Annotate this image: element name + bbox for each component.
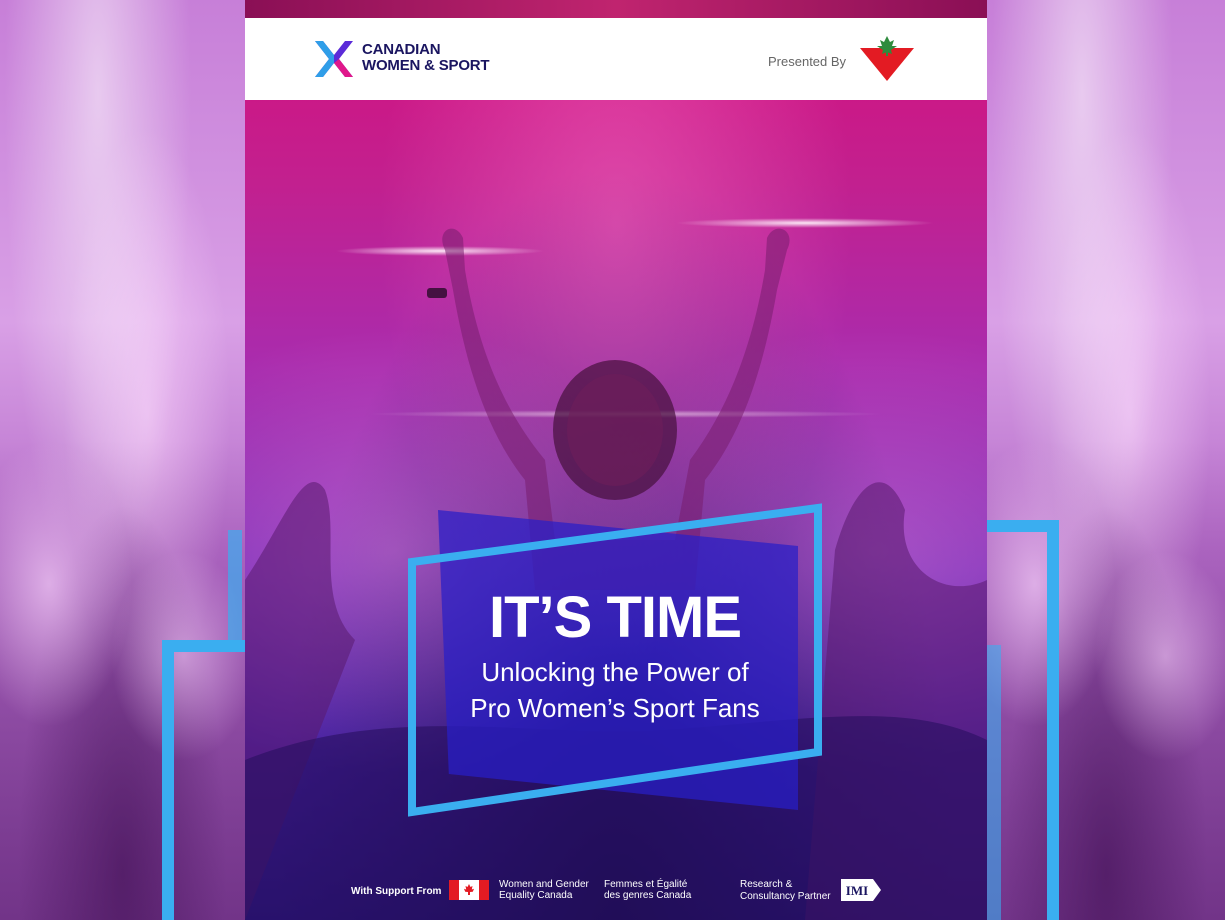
research-line1: Research & [740, 879, 793, 890]
cover-footer: With Support From Women and Gender Equal… [245, 868, 987, 920]
wage-canada-label: Women and Gender Equality Canada [499, 879, 589, 901]
canada-flag-icon [449, 880, 489, 900]
fegc-canada-label: Femmes et Égalité des genres Canada [604, 879, 691, 901]
imi-logo-icon: IMI [841, 879, 881, 901]
accent-stripe-right [1047, 520, 1059, 920]
canadian-women-sport-logo-icon [315, 41, 353, 77]
wage-line1: Women and Gender [499, 879, 589, 890]
report-subtitle-line1: Unlocking the Power of [481, 657, 749, 687]
cover-header: CANADIAN WOMEN & SPORT Presented By [245, 18, 987, 100]
org-name-line1: CANADIAN [362, 41, 441, 58]
cover-top-strip [245, 0, 987, 18]
imi-logo-text: IMI [846, 883, 868, 898]
research-line2: Consultancy Partner [740, 891, 831, 902]
background-right [987, 0, 1225, 920]
accent-stripe-right-inner [987, 645, 1001, 920]
crowd-image-right [987, 440, 1225, 920]
presented-by-label: Presented By [768, 54, 847, 69]
report-subtitle-line2: Pro Women’s Sport Fans [470, 693, 760, 723]
background-left [0, 0, 245, 920]
support-label: With Support From [351, 886, 442, 897]
report-title: IT’S TIME [489, 585, 742, 650]
org-name-line2: WOMEN & SPORT [362, 57, 490, 74]
crowd-image-left [0, 440, 245, 920]
femmes-line2: des genres Canada [604, 890, 692, 901]
report-cover: CANADIAN WOMEN & SPORT Presented By IT’S… [245, 0, 987, 920]
report-subtitle: Unlocking the Power of Pro Women’s Sport… [415, 654, 815, 726]
femmes-line1: Femmes et Égalité [604, 879, 688, 890]
canadian-tire-logo-icon [860, 36, 914, 81]
research-partner-label: Research & Consultancy Partner [740, 879, 831, 903]
org-name: CANADIAN WOMEN & SPORT [362, 41, 490, 74]
accent-stripe-left [162, 640, 174, 920]
wage-line2: Equality Canada [499, 890, 573, 901]
accent-stripe-left-inner [228, 530, 242, 650]
